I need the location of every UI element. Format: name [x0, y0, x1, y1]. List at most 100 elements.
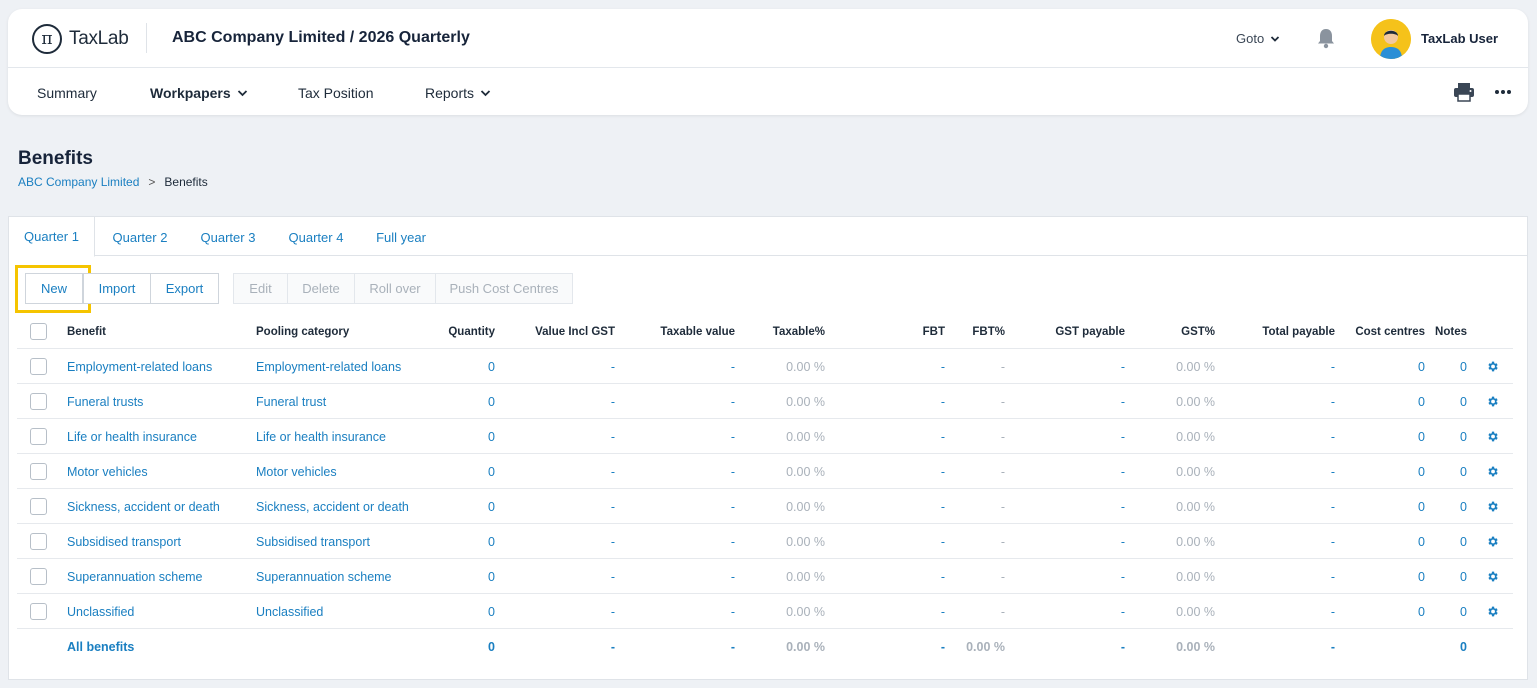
- table-row[interactable]: Subsidised transport Subsidised transport…: [17, 524, 1513, 559]
- header-fbt-pct[interactable]: FBT%: [947, 314, 1005, 349]
- goto-dropdown[interactable]: Goto: [1236, 31, 1280, 46]
- cell-notes[interactable]: 0: [1427, 454, 1467, 489]
- header-fbt[interactable]: FBT: [877, 314, 945, 349]
- cell-notes[interactable]: 0: [1427, 419, 1467, 454]
- cell-notes[interactable]: 0: [1427, 594, 1467, 629]
- row-checkbox[interactable]: [30, 498, 47, 515]
- nav-summary[interactable]: Summary: [37, 85, 97, 101]
- cell-cost-centres[interactable]: 0: [1347, 524, 1425, 559]
- nav-workpapers[interactable]: Workpapers: [150, 85, 248, 101]
- cell-quantity[interactable]: 0: [417, 419, 495, 454]
- cell-cost-centres[interactable]: 0: [1347, 419, 1425, 454]
- cell-cost-centres[interactable]: 0: [1347, 489, 1425, 524]
- cell-quantity[interactable]: 0: [417, 454, 495, 489]
- cell-benefit[interactable]: Funeral trusts: [67, 384, 143, 419]
- gear-icon[interactable]: [1486, 500, 1499, 513]
- header-total-payable[interactable]: Total payable: [1227, 314, 1335, 349]
- nav-tax-position[interactable]: Tax Position: [298, 85, 373, 101]
- cell-pooling-category[interactable]: Superannuation scheme: [256, 559, 392, 594]
- cell-notes[interactable]: 0: [1427, 384, 1467, 419]
- cell-quantity[interactable]: 0: [417, 559, 495, 594]
- nav-reports[interactable]: Reports: [425, 85, 491, 101]
- header-taxable-pct[interactable]: Taxable%: [747, 314, 825, 349]
- cell-benefit[interactable]: Employment-related loans: [67, 349, 212, 384]
- gear-icon[interactable]: [1486, 360, 1499, 373]
- cell-pooling-category[interactable]: Unclassified: [256, 594, 323, 629]
- table-row[interactable]: Life or health insurance Life or health i…: [17, 419, 1513, 454]
- table-row[interactable]: Funeral trusts Funeral trust 0- -0.00 % - - -0…: [17, 384, 1513, 419]
- row-checkbox[interactable]: [30, 358, 47, 375]
- cell-pooling-category[interactable]: Life or health insurance: [256, 419, 386, 454]
- bell-icon[interactable]: [1316, 27, 1336, 49]
- cell-quantity[interactable]: 0: [417, 524, 495, 559]
- gear-icon[interactable]: [1486, 465, 1499, 478]
- row-checkbox[interactable]: [30, 428, 47, 445]
- tab-quarter-3[interactable]: Quarter 3: [191, 217, 265, 257]
- gear-icon[interactable]: [1486, 570, 1499, 583]
- header-notes[interactable]: Notes: [1427, 314, 1467, 349]
- row-checkbox[interactable]: [30, 603, 47, 620]
- new-button[interactable]: New: [25, 273, 83, 304]
- header-quantity[interactable]: Quantity: [417, 314, 495, 349]
- taxlab-logo[interactable]: π TaxLab: [32, 24, 129, 54]
- cell-notes[interactable]: 0: [1427, 524, 1467, 559]
- push-cost-centres-button[interactable]: Push Cost Centres: [435, 273, 573, 304]
- cell-cost-centres[interactable]: 0: [1347, 594, 1425, 629]
- cell-cost-centres[interactable]: 0: [1347, 349, 1425, 384]
- header-pooling-category[interactable]: Pooling category: [256, 314, 349, 349]
- cell-notes[interactable]: 0: [1427, 559, 1467, 594]
- cell-benefit[interactable]: Life or health insurance: [67, 419, 197, 454]
- cell-pooling-category[interactable]: Employment-related loans: [256, 349, 401, 384]
- header-gst-pct[interactable]: GST%: [1137, 314, 1215, 349]
- select-all-checkbox[interactable]: [30, 323, 47, 340]
- cell-benefit[interactable]: Sickness, accident or death: [67, 489, 220, 524]
- cell-quantity[interactable]: 0: [417, 384, 495, 419]
- table-row[interactable]: Employment-related loans Employment-relat…: [17, 349, 1513, 384]
- edit-button[interactable]: Edit: [233, 273, 288, 304]
- header-gst-payable[interactable]: GST payable: [1017, 314, 1125, 349]
- gear-icon[interactable]: [1486, 605, 1499, 618]
- cell-pooling-category[interactable]: Funeral trust: [256, 384, 326, 419]
- row-checkbox[interactable]: [30, 533, 47, 550]
- header-value-incl-gst[interactable]: Value Incl GST: [507, 314, 615, 349]
- gear-icon[interactable]: [1486, 430, 1499, 443]
- cell-cost-centres[interactable]: 0: [1347, 454, 1425, 489]
- total-label[interactable]: All benefits: [67, 629, 134, 664]
- gear-icon[interactable]: [1486, 395, 1499, 408]
- table-row[interactable]: Sickness, accident or death Sickness, acc…: [17, 489, 1513, 524]
- cell-cost-centres[interactable]: 0: [1347, 384, 1425, 419]
- tab-quarter-2[interactable]: Quarter 2: [103, 217, 177, 257]
- cell-quantity[interactable]: 0: [417, 349, 495, 384]
- row-checkbox[interactable]: [30, 568, 47, 585]
- more-horizontal-icon[interactable]: [1494, 89, 1512, 95]
- header-cost-centres[interactable]: Cost centres: [1347, 314, 1425, 349]
- cell-notes[interactable]: 0: [1427, 489, 1467, 524]
- header-taxable-value[interactable]: Taxable value: [627, 314, 735, 349]
- tab-quarter-4[interactable]: Quarter 4: [279, 217, 353, 257]
- printer-icon[interactable]: [1453, 82, 1475, 102]
- cell-benefit[interactable]: Motor vehicles: [67, 454, 148, 489]
- roll-over-button[interactable]: Roll over: [354, 273, 436, 304]
- table-row[interactable]: Unclassified Unclassified 0- -0.00 % - - -0.00…: [17, 594, 1513, 629]
- delete-button[interactable]: Delete: [287, 273, 355, 304]
- tab-quarter-1[interactable]: Quarter 1: [9, 217, 95, 257]
- tab-full-year[interactable]: Full year: [367, 217, 435, 257]
- row-checkbox[interactable]: [30, 393, 47, 410]
- breadcrumb-company-link[interactable]: ABC Company Limited: [18, 175, 139, 189]
- avatar[interactable]: [1371, 19, 1411, 59]
- cell-quantity[interactable]: 0: [417, 489, 495, 524]
- cell-benefit[interactable]: Superannuation scheme: [67, 559, 203, 594]
- cell-cost-centres[interactable]: 0: [1347, 559, 1425, 594]
- row-checkbox[interactable]: [30, 463, 47, 480]
- table-row[interactable]: Motor vehicles Motor vehicles 0- -0.00 % - - -…: [17, 454, 1513, 489]
- cell-pooling-category[interactable]: Sickness, accident or death: [256, 489, 409, 524]
- user-name[interactable]: TaxLab User: [1421, 31, 1498, 46]
- export-button[interactable]: Export: [150, 273, 219, 304]
- cell-benefit[interactable]: Unclassified: [67, 594, 134, 629]
- table-row[interactable]: Superannuation scheme Superannuation sche…: [17, 559, 1513, 594]
- header-benefit[interactable]: Benefit: [67, 314, 106, 349]
- import-button[interactable]: Import: [83, 273, 151, 304]
- cell-quantity[interactable]: 0: [417, 594, 495, 629]
- cell-benefit[interactable]: Subsidised transport: [67, 524, 181, 559]
- cell-notes[interactable]: 0: [1427, 349, 1467, 384]
